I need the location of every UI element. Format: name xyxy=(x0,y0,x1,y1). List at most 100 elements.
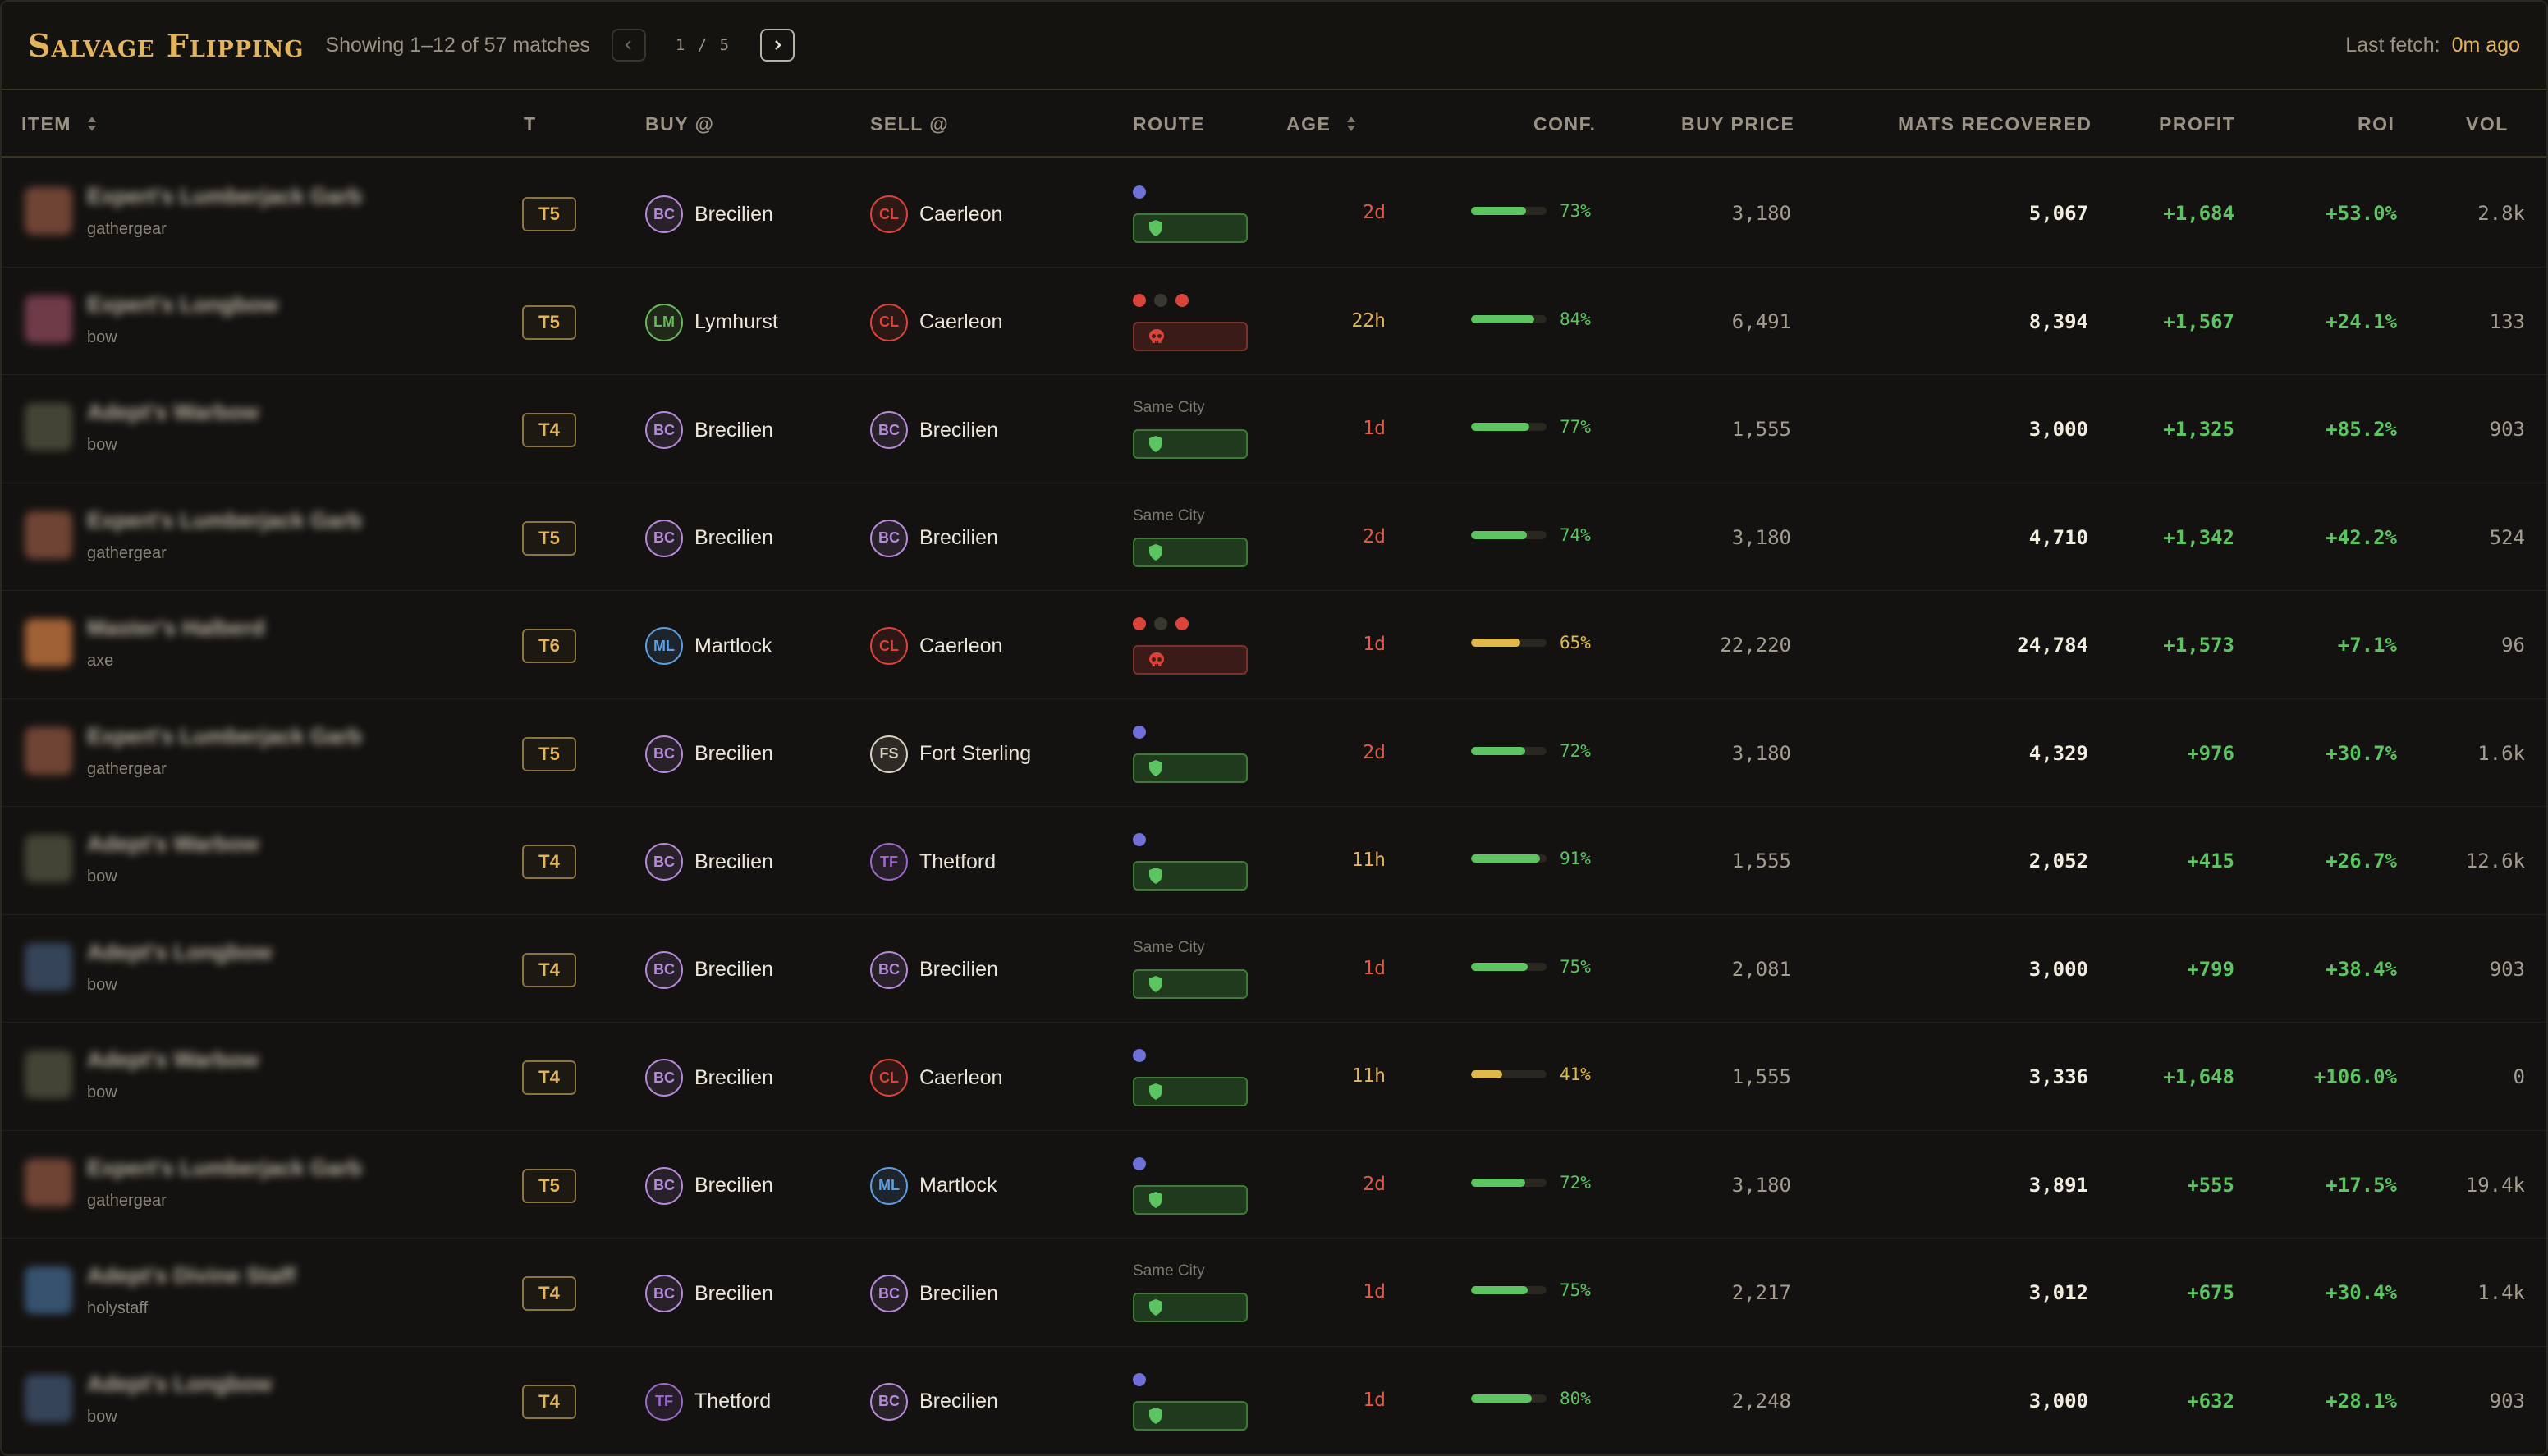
item-category: bow xyxy=(87,1407,117,1426)
buy-city: BC Brecilien xyxy=(645,1166,773,1205)
safety-badge xyxy=(1133,645,1248,675)
volume: 0 xyxy=(2513,1065,2525,1088)
route-dot xyxy=(1133,833,1146,846)
confidence-bar xyxy=(1471,314,1547,323)
buy-city-badge: LM xyxy=(645,303,683,341)
roi: +85.2% xyxy=(2326,418,2397,441)
buy-city: BC Brecilien xyxy=(645,519,773,557)
route-dot xyxy=(1133,1049,1146,1062)
sell-city-badge: CL xyxy=(870,303,908,341)
item-name[interactable]: Adept's Warbow xyxy=(87,1047,259,1073)
buy-price: 3,180 xyxy=(1731,741,1791,765)
table-row[interactable]: Expert's Longbow bow T5 LM Lymhurst CL Caerleo… xyxy=(2,268,2546,375)
mats-recovered: 3,012 xyxy=(2028,1281,2088,1304)
table-row[interactable]: Expert's Lumberjack Garb gathergear T5 BC Br… xyxy=(2,483,2546,591)
confidence: 74% xyxy=(1471,525,1591,545)
profit: +415 xyxy=(2187,849,2234,872)
buy-city: BC Brecilien xyxy=(645,195,773,233)
item-name[interactable]: Adept's Longbow xyxy=(87,940,272,965)
item-name[interactable]: Expert's Lumberjack Garb xyxy=(87,184,362,209)
item-name[interactable]: Expert's Lumberjack Garb xyxy=(87,508,362,533)
profit: +1,573 xyxy=(2163,634,2234,657)
col-mats-header[interactable]: MATS RECOVERED xyxy=(1898,113,2092,135)
item-name[interactable]: Master's Halberd xyxy=(87,616,265,641)
tier-badge: T5 xyxy=(522,520,576,556)
table-row[interactable]: Adept's Longbow bow T4 BC Brecilien BC Brecili… xyxy=(2,915,2546,1023)
item-thumbnail xyxy=(25,511,72,559)
item-thumbnail xyxy=(25,1374,72,1422)
col-tier-header[interactable]: T xyxy=(524,113,537,135)
sell-city: CL Caerleon xyxy=(870,195,1002,233)
shield-icon xyxy=(1149,543,1162,561)
roi: +42.2% xyxy=(2326,525,2397,549)
sell-city-name: Martlock xyxy=(919,1174,997,1197)
item-name[interactable]: Expert's Lumberjack Garb xyxy=(87,724,362,749)
age-value: 1d xyxy=(1363,1389,1386,1411)
col-buy-at-header[interactable]: BUY @ xyxy=(645,113,714,135)
table-row[interactable]: Expert's Lumberjack Garb gathergear T5 BC Br… xyxy=(2,159,2546,268)
route-dot xyxy=(1133,1156,1146,1170)
col-item-header[interactable]: ITEM xyxy=(21,113,98,135)
route-dot xyxy=(1154,293,1167,307)
item-name[interactable]: Adept's Warbow xyxy=(87,400,259,425)
confidence-percent: 75% xyxy=(1560,1280,1591,1300)
last-fetch-value: 0m ago xyxy=(2451,33,2520,57)
route-cell xyxy=(1133,1154,1249,1215)
buy-city: ML Martlock xyxy=(645,627,772,665)
buy-city: LM Lymhurst xyxy=(645,303,778,341)
next-page-button[interactable] xyxy=(760,29,795,62)
route-cell xyxy=(1133,830,1249,891)
item-thumbnail xyxy=(25,187,72,235)
tier-badge: T4 xyxy=(522,1060,576,1095)
route-cell xyxy=(1133,291,1249,351)
col-sell-at-header[interactable]: SELL @ xyxy=(870,113,949,135)
col-roi-header[interactable]: ROI xyxy=(2358,113,2394,135)
table-row[interactable]: Adept's Warbow bow T4 BC Brecilien TF Thetford… xyxy=(2,807,2546,915)
buy-city-badge: BC xyxy=(645,411,683,449)
col-vol-header[interactable]: VOL xyxy=(2466,113,2509,135)
tier-badge: T5 xyxy=(522,197,576,231)
item-name[interactable]: Adept's Warbow xyxy=(87,831,259,857)
confidence: 91% xyxy=(1471,849,1591,868)
item-name[interactable]: Expert's Longbow xyxy=(87,292,278,318)
table-row[interactable]: Master's Halberd axe T6 ML Martlock CL Caerleo… xyxy=(2,591,2546,699)
col-route-header[interactable]: ROUTE xyxy=(1133,113,1205,135)
sell-city-badge: BC xyxy=(870,950,908,989)
sell-city-badge: BC xyxy=(870,519,908,557)
col-conf-header[interactable]: CONF. xyxy=(1533,113,1597,135)
mats-recovered: 5,067 xyxy=(2028,202,2088,225)
item-category: axe xyxy=(87,652,114,670)
confidence: 75% xyxy=(1471,1280,1591,1300)
table-row[interactable]: Expert's Lumberjack Garb gathergear T5 BC Br… xyxy=(2,1131,2546,1239)
tier-badge: T5 xyxy=(522,304,576,340)
sell-city-name: Fort Sterling xyxy=(919,742,1032,765)
item-name[interactable]: Adept's Divine Staff xyxy=(87,1263,296,1289)
buy-city-name: Brecilien xyxy=(694,1065,773,1089)
buy-city: BC Brecilien xyxy=(645,1275,773,1312)
chevron-right-icon xyxy=(775,40,781,50)
safety-badge xyxy=(1133,1400,1248,1431)
prev-page-button[interactable] xyxy=(611,29,646,62)
route-dot xyxy=(1133,1372,1146,1386)
table-row[interactable]: Adept's Warbow bow T4 BC Brecilien BC Brecilie… xyxy=(2,375,2546,483)
skull-icon xyxy=(1149,652,1164,666)
confidence-percent: 77% xyxy=(1560,417,1591,437)
sell-city: BC Brecilien xyxy=(870,1382,998,1421)
table-row[interactable]: Adept's Divine Staff holystaff T4 BC Brecili… xyxy=(2,1239,2546,1347)
col-buy-price-header[interactable]: BUY PRICE xyxy=(1681,113,1794,135)
col-profit-header[interactable]: PROFIT xyxy=(2159,113,2235,135)
profit: +1,648 xyxy=(2163,1065,2234,1088)
table-row[interactable]: Adept's Longbow bow T4 TF Thetford BC Brecilie… xyxy=(2,1347,2546,1454)
mats-recovered: 24,784 xyxy=(2017,634,2088,657)
tier-badge: T4 xyxy=(522,952,576,987)
col-age-header[interactable]: AGE xyxy=(1286,113,1357,135)
chevron-left-icon xyxy=(625,40,631,50)
route-dot xyxy=(1133,617,1146,630)
shield-icon xyxy=(1149,868,1162,884)
table-row[interactable]: Adept's Warbow bow T4 BC Brecilien CL Caerleon… xyxy=(2,1023,2546,1131)
item-name[interactable]: Adept's Longbow xyxy=(87,1371,272,1397)
shield-icon xyxy=(1149,220,1162,236)
item-name[interactable]: Expert's Lumberjack Garb xyxy=(87,1156,362,1181)
table-row[interactable]: Expert's Lumberjack Garb gathergear T5 BC Br… xyxy=(2,699,2546,807)
item-category: bow xyxy=(87,436,117,454)
